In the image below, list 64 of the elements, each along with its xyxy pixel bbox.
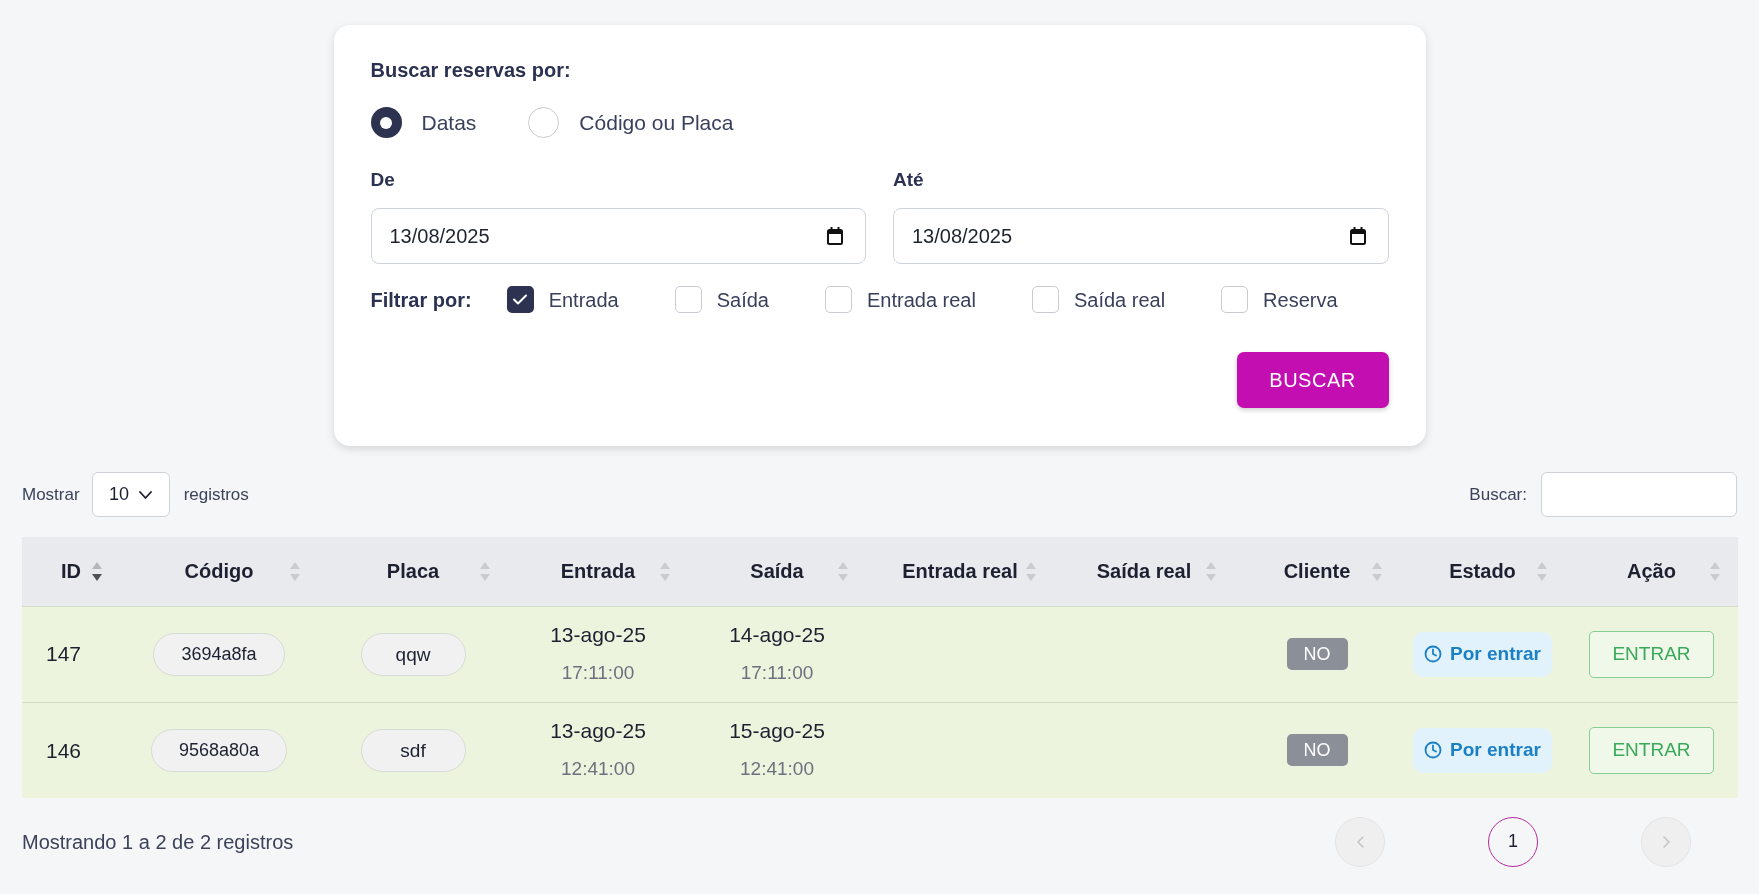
reservation-code: 3694a8fa	[153, 632, 285, 676]
client-badge: NO	[1286, 638, 1348, 670]
column-header[interactable]: ID	[22, 537, 120, 606]
chevron-down-icon	[139, 490, 153, 499]
chevron-left-icon	[1356, 835, 1364, 848]
checkbox-label: Saída real	[1073, 287, 1166, 313]
field-label: De	[370, 169, 396, 191]
time-text: 17:11:00	[561, 661, 635, 685]
time-text: 17:11:00	[740, 661, 814, 685]
radio-label: Datas	[421, 109, 477, 136]
search-label: Buscar:	[1469, 483, 1527, 506]
plate-number: qqw	[360, 632, 466, 676]
status-tag: Por entrar	[1413, 727, 1552, 773]
clock-icon	[1424, 645, 1443, 663]
show-label: Mostrar	[22, 483, 80, 506]
checkbox[interactable]	[1221, 286, 1249, 313]
records-label: registros	[183, 483, 249, 506]
search-button[interactable]: BUSCAR	[1236, 352, 1389, 408]
date-input[interactable]: 13/08/2025	[370, 208, 866, 264]
records-info: Mostrando 1 a 2 de 2 registros	[22, 829, 294, 855]
search-input[interactable]	[1541, 472, 1737, 517]
checkbox[interactable]	[824, 286, 852, 313]
chevron-right-icon	[1662, 835, 1670, 848]
column-header[interactable]: Ação	[1565, 537, 1738, 606]
column-header[interactable]: Saída real	[1054, 537, 1234, 606]
plate-number: sdf	[360, 728, 466, 772]
reservation-id: 147	[46, 642, 82, 666]
page-button[interactable]: 1	[1488, 816, 1538, 867]
checkbox[interactable]	[506, 286, 534, 313]
search-title: Buscar reservas por:	[370, 58, 572, 82]
field-label: Até	[893, 169, 925, 191]
column-header[interactable]: Código	[120, 537, 318, 606]
checkbox-label: Reserva	[1263, 287, 1338, 313]
radio-label: Código ou Placa	[579, 109, 734, 136]
radio-button[interactable]	[528, 107, 560, 138]
column-header[interactable]: Entrada real	[866, 537, 1054, 606]
checkbox-label: Entrada	[548, 287, 619, 313]
reservation-code: 9568a80a	[150, 728, 288, 772]
clock-icon	[1424, 741, 1443, 760]
check-icon	[513, 294, 528, 305]
date-text: 14-ago-25	[729, 622, 825, 648]
status-tag: Por entrar	[1413, 631, 1552, 677]
calendar-icon[interactable]	[1349, 227, 1366, 245]
filter-label: Filtrar por:	[370, 287, 472, 313]
checkbox-label: Saída	[716, 287, 769, 313]
column-header[interactable]: Placa	[318, 537, 508, 606]
checkbox[interactable]	[674, 286, 702, 313]
time-text: 12:41:00	[740, 757, 814, 782]
client-badge: NO	[1286, 734, 1348, 767]
reservation-id: 146	[46, 738, 82, 762]
page-size-select[interactable]: 10	[91, 472, 170, 517]
checkbox[interactable]	[1031, 286, 1059, 313]
radio-button[interactable]	[370, 107, 402, 138]
date-text: 13-ago-25	[550, 622, 646, 648]
time-text: 12:41:00	[561, 757, 635, 782]
checkbox-label: Entrada real	[866, 287, 976, 313]
calendar-icon[interactable]	[827, 227, 843, 245]
date-input[interactable]: 13/08/2025	[893, 208, 1389, 264]
column-header[interactable]: Saída	[688, 537, 866, 606]
column-header[interactable]: Entrada	[508, 537, 688, 606]
column-header[interactable]: Cliente	[1234, 537, 1400, 606]
column-header[interactable]: Estado	[1400, 537, 1565, 606]
date-text: 13-ago-25	[550, 718, 646, 745]
date-text: 15-ago-25	[729, 718, 825, 745]
